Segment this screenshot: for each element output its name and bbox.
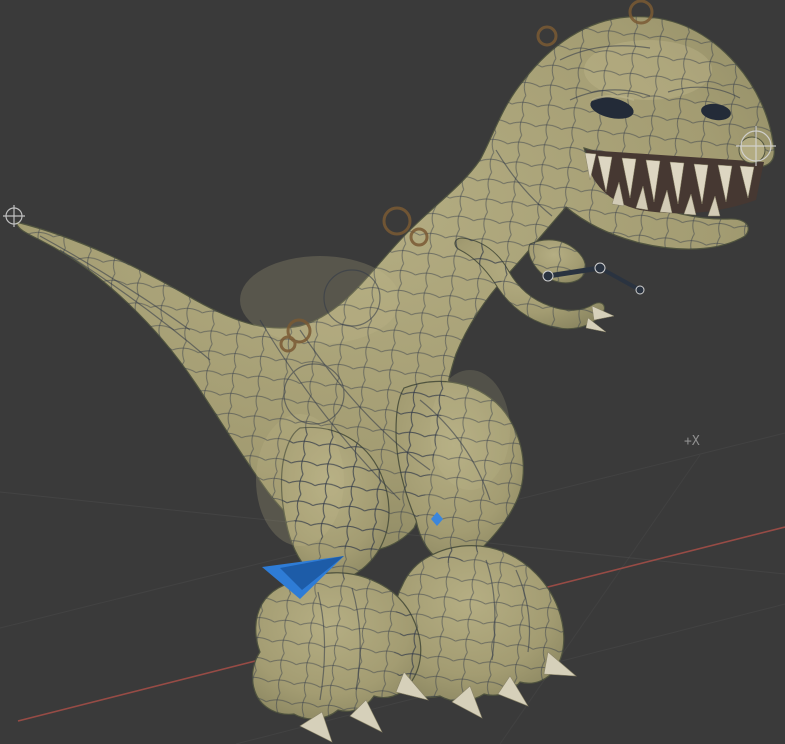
bone-joint[interactable]	[543, 271, 553, 281]
bone-joint[interactable]	[636, 286, 644, 294]
trex-nose	[739, 137, 765, 163]
bone-joint[interactable]	[595, 263, 605, 273]
3d-viewport[interactable]: +X	[0, 0, 785, 744]
x-axis-label: +X	[684, 434, 700, 449]
viewport-canvas[interactable]: +X	[0, 0, 785, 744]
